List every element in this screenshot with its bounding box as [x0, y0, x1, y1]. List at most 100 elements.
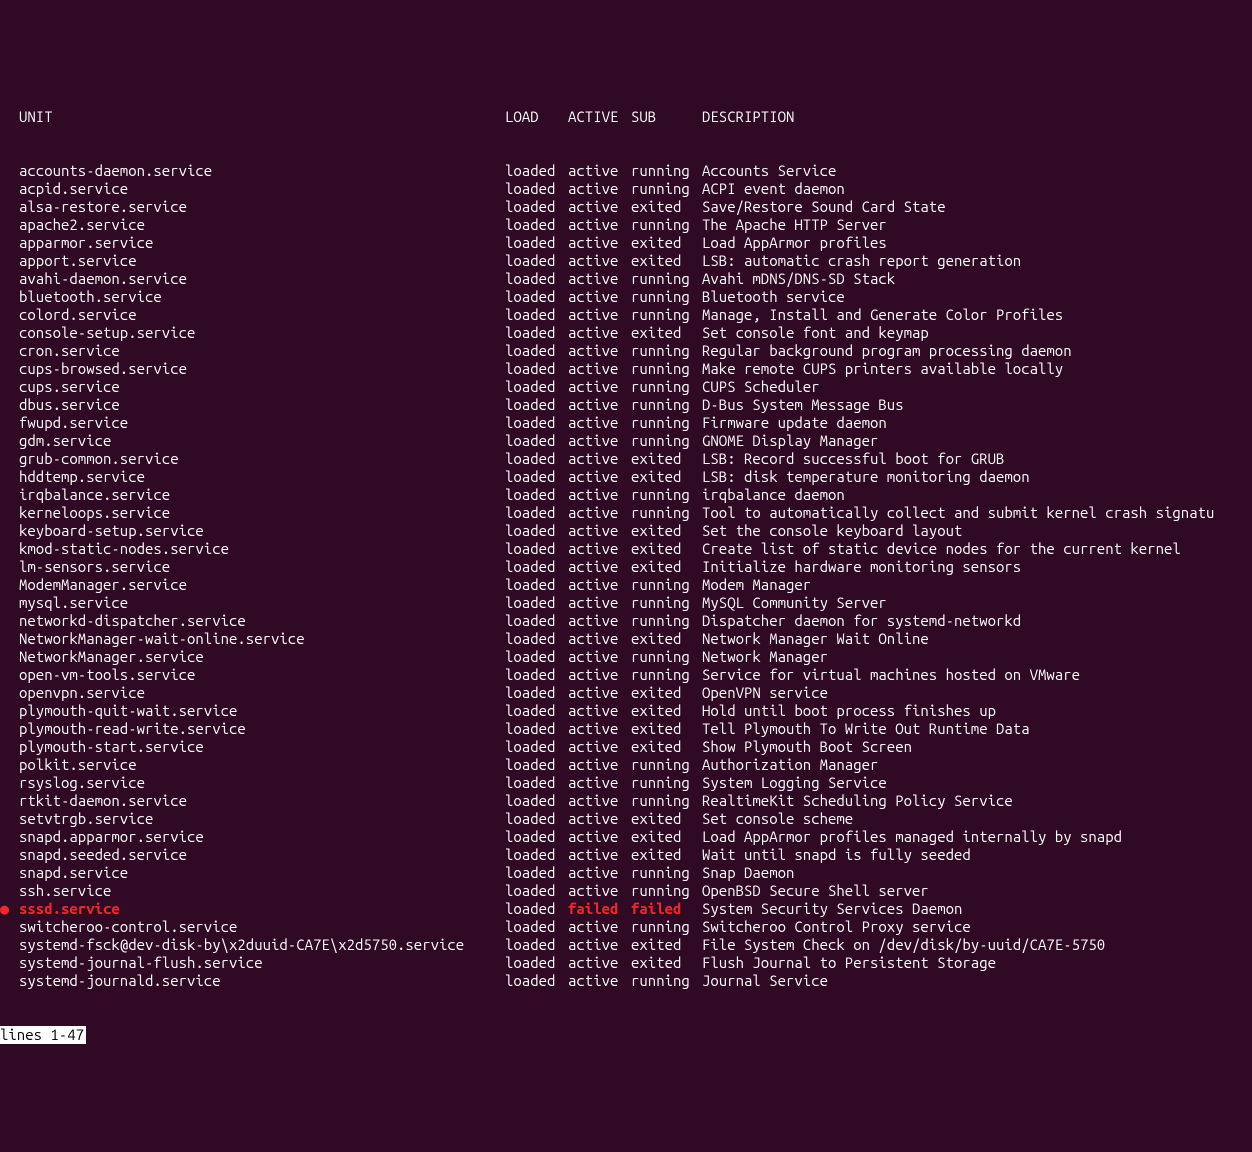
active-state: active	[568, 306, 631, 324]
load-state: loaded	[505, 558, 568, 576]
service-row: ssh.serviceloadedactiverunningOpenBSD Se…	[0, 882, 1252, 900]
service-row: systemd-journal-flush.serviceloadedactiv…	[0, 954, 1252, 972]
sub-state: exited	[631, 198, 702, 216]
active-state: active	[568, 648, 631, 666]
description: Make remote CUPS printers available loca…	[702, 360, 1063, 378]
active-state: active	[568, 360, 631, 378]
row-indent	[0, 468, 19, 486]
active-state: active	[568, 270, 631, 288]
sub-state: running	[631, 774, 702, 792]
unit-name: NetworkManager.service	[19, 648, 505, 666]
terminal-output[interactable]: UNITLOADACTIVESUBDESCRIPTION accounts-da…	[0, 72, 1252, 1062]
service-row: keyboard-setup.serviceloadedactiveexited…	[0, 522, 1252, 540]
active-state: active	[568, 198, 631, 216]
unit-name: NetworkManager-wait-online.service	[19, 630, 505, 648]
row-indent	[0, 774, 19, 792]
service-row: plymouth-start.serviceloadedactiveexited…	[0, 738, 1252, 756]
row-indent	[0, 522, 19, 540]
unit-name: systemd-journald.service	[19, 972, 505, 990]
load-state: loaded	[505, 666, 568, 684]
active-state: active	[568, 774, 631, 792]
sub-state: running	[631, 918, 702, 936]
sub-state: running	[631, 792, 702, 810]
active-state: active	[568, 396, 631, 414]
load-state: loaded	[505, 198, 568, 216]
sub-state: running	[631, 270, 702, 288]
description: Dispatcher daemon for systemd-networkd	[702, 612, 1021, 630]
description: Manage, Install and Generate Color Profi…	[702, 306, 1063, 324]
service-row: NetworkManager-wait-online.serviceloaded…	[0, 630, 1252, 648]
unit-name: colord.service	[19, 306, 505, 324]
sub-state: exited	[631, 630, 702, 648]
load-state: loaded	[505, 360, 568, 378]
load-state: loaded	[505, 702, 568, 720]
sub-state: running	[631, 612, 702, 630]
row-indent	[0, 360, 19, 378]
description: Bluetooth service	[702, 288, 845, 306]
service-row: alsa-restore.serviceloadedactiveexitedSa…	[0, 198, 1252, 216]
service-row: apparmor.serviceloadedactiveexitedLoad A…	[0, 234, 1252, 252]
load-state: loaded	[505, 756, 568, 774]
row-indent	[0, 324, 19, 342]
row-indent	[0, 648, 19, 666]
row-indent	[0, 450, 19, 468]
sub-state: running	[631, 306, 702, 324]
sub-state: running	[631, 504, 702, 522]
sub-state: exited	[631, 324, 702, 342]
description: Authorization Manager	[702, 756, 878, 774]
active-state: active	[568, 756, 631, 774]
sub-state: exited	[631, 954, 702, 972]
service-row: cron.serviceloadedactiverunningRegular b…	[0, 342, 1252, 360]
service-row: irqbalance.serviceloadedactiverunningirq…	[0, 486, 1252, 504]
active-state: active	[568, 216, 631, 234]
load-state: loaded	[505, 342, 568, 360]
active-state: active	[568, 414, 631, 432]
active-state: active	[568, 972, 631, 990]
service-row: NetworkManager.serviceloadedactiverunnin…	[0, 648, 1252, 666]
active-state: active	[568, 288, 631, 306]
active-state: active	[568, 594, 631, 612]
sub-state: running	[631, 486, 702, 504]
unit-name: hddtemp.service	[19, 468, 505, 486]
description: OpenBSD Secure Shell server	[702, 882, 929, 900]
unit-name: open-vm-tools.service	[19, 666, 505, 684]
unit-name: keyboard-setup.service	[19, 522, 505, 540]
service-row: ● sssd.serviceloadedfailedfailedSystem S…	[0, 900, 1252, 918]
active-state: active	[568, 468, 631, 486]
active-state: active	[568, 522, 631, 540]
load-state: loaded	[505, 846, 568, 864]
unit-name: sssd.service	[19, 900, 505, 918]
sub-state: exited	[631, 558, 702, 576]
row-indent	[0, 378, 19, 396]
service-row: lm-sensors.serviceloadedactiveexitedInit…	[0, 558, 1252, 576]
load-state: loaded	[505, 630, 568, 648]
load-state: loaded	[505, 288, 568, 306]
description: LSB: automatic crash report generation	[702, 252, 1021, 270]
load-state: loaded	[505, 576, 568, 594]
row-indent	[0, 234, 19, 252]
row-indent	[0, 756, 19, 774]
service-row: plymouth-read-write.serviceloadedactivee…	[0, 720, 1252, 738]
unit-name: rtkit-daemon.service	[19, 792, 505, 810]
unit-name: ModemManager.service	[19, 576, 505, 594]
active-state: active	[568, 630, 631, 648]
unit-name: lm-sensors.service	[19, 558, 505, 576]
service-row: kmod-static-nodes.serviceloadedactiveexi…	[0, 540, 1252, 558]
header-sub: SUB	[631, 108, 702, 126]
load-state: loaded	[505, 900, 568, 918]
load-state: loaded	[505, 612, 568, 630]
service-row: dbus.serviceloadedactiverunningD-Bus Sys…	[0, 396, 1252, 414]
description: ACPI event daemon	[702, 180, 845, 198]
header-indent	[0, 108, 19, 126]
description: Switcheroo Control Proxy service	[702, 918, 971, 936]
load-state: loaded	[505, 180, 568, 198]
row-indent	[0, 846, 19, 864]
row-indent	[0, 540, 19, 558]
sub-state: running	[631, 666, 702, 684]
sub-state: running	[631, 756, 702, 774]
load-state: loaded	[505, 324, 568, 342]
description: Flush Journal to Persistent Storage	[702, 954, 996, 972]
load-state: loaded	[505, 540, 568, 558]
sub-state: exited	[631, 234, 702, 252]
description: OpenVPN service	[702, 684, 828, 702]
